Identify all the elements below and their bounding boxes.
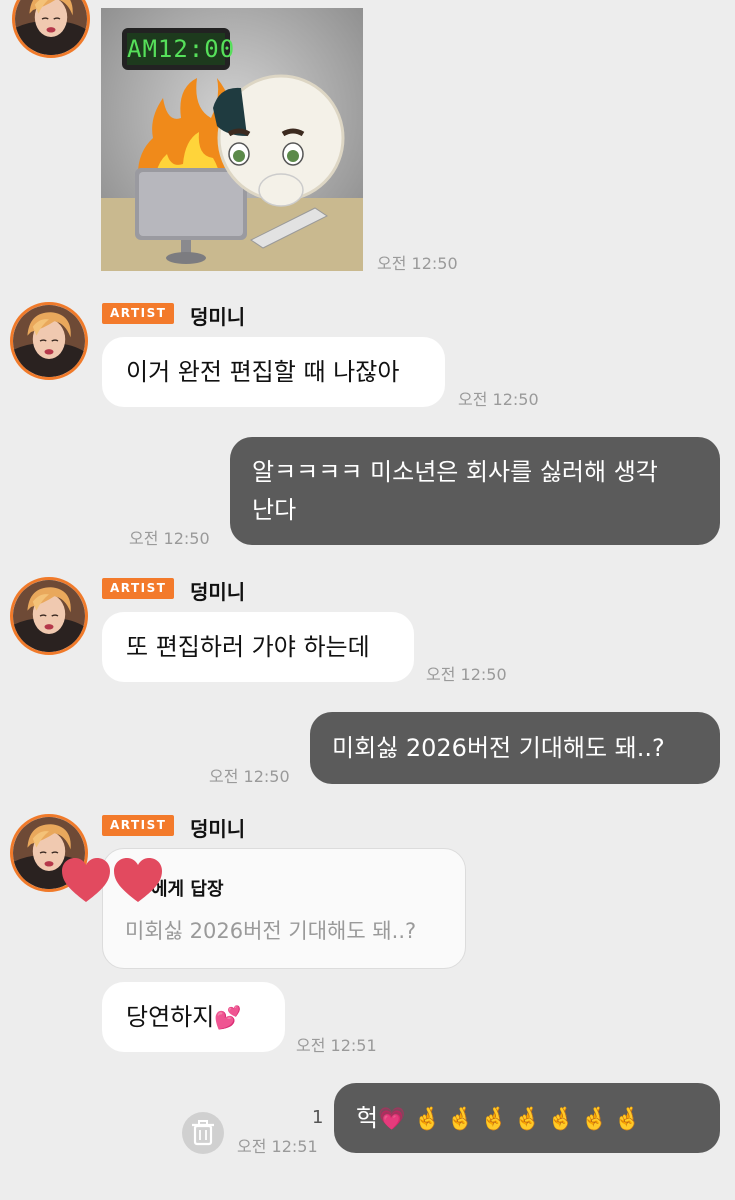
delete-button[interactable] [182,1112,224,1154]
message-time: 오전 12:51 [296,1036,377,1055]
message-text: 헉 [356,1104,379,1132]
outgoing-message-bubble[interactable]: 헉💗 🤞🤞🤞🤞🤞🤞🤞 [334,1083,720,1153]
message-text: 미회싫 2026버전 기대해도 돼..? [332,734,665,762]
message-time: 오전 12:50 [426,665,507,684]
outgoing-message-bubble[interactable]: 미회싫 2026버전 기대해도 돼..? [310,712,720,784]
message-time: 오전 12:50 [129,529,210,548]
incoming-message-bubble[interactable]: 이거 완전 편집할 때 나잖아 [102,337,445,407]
message-time: 오전 12:50 [377,254,458,273]
outgoing-message-bubble[interactable]: 알ㅋㅋㅋㅋ 미소년은 회사를 싫러해 생각 난다 [230,437,720,545]
sparkling-hearts-emoji: 💕 [214,1006,242,1031]
message-text: 당연하지 [126,1003,215,1031]
message-time: 오전 12:50 [209,767,290,786]
growing-heart-emoji: 💗 [378,1107,406,1132]
sticker-clock-text: AM12:00 [127,35,236,63]
message-text-line: 난다 [252,496,297,524]
message-text: 또 편집하러 가야 하는데 [126,633,370,661]
artist-avatar[interactable] [10,302,88,380]
unread-count: 1 [312,1107,324,1128]
artist-name[interactable]: 덩미니 [190,813,245,842]
artist-badge: ARTIST [102,815,175,836]
trash-icon [192,1120,214,1146]
artist-name[interactable]: 덩미니 [190,301,245,330]
crossed-fingers-emoji: 🤞🤞🤞🤞🤞🤞🤞 [413,1107,648,1132]
message-time: 오전 12:50 [458,390,539,409]
sticker-image[interactable]: AM12:00 [101,8,363,271]
message-text-line: 알ㅋㅋㅋㅋ 미소년은 회사를 싫러해 생각 [252,458,658,486]
reply-quote: 미회싫 2026버전 기대해도 돼..? [125,919,417,943]
incoming-message-bubble[interactable]: 당연하지💕 [102,982,285,1052]
heart-icon [114,858,162,902]
artist-avatar[interactable] [10,577,88,655]
incoming-message-bubble[interactable]: 또 편집하러 가야 하는데 [102,612,414,682]
artist-badge: ARTIST [102,303,175,324]
message-time: 오전 12:51 [237,1137,318,1156]
artist-badge: ARTIST [102,578,175,599]
artist-avatar[interactable] [12,0,90,58]
message-text: 이거 완전 편집할 때 나잖아 [126,358,400,386]
artist-name[interactable]: 덩미니 [190,576,245,605]
heart-icon [62,858,110,902]
